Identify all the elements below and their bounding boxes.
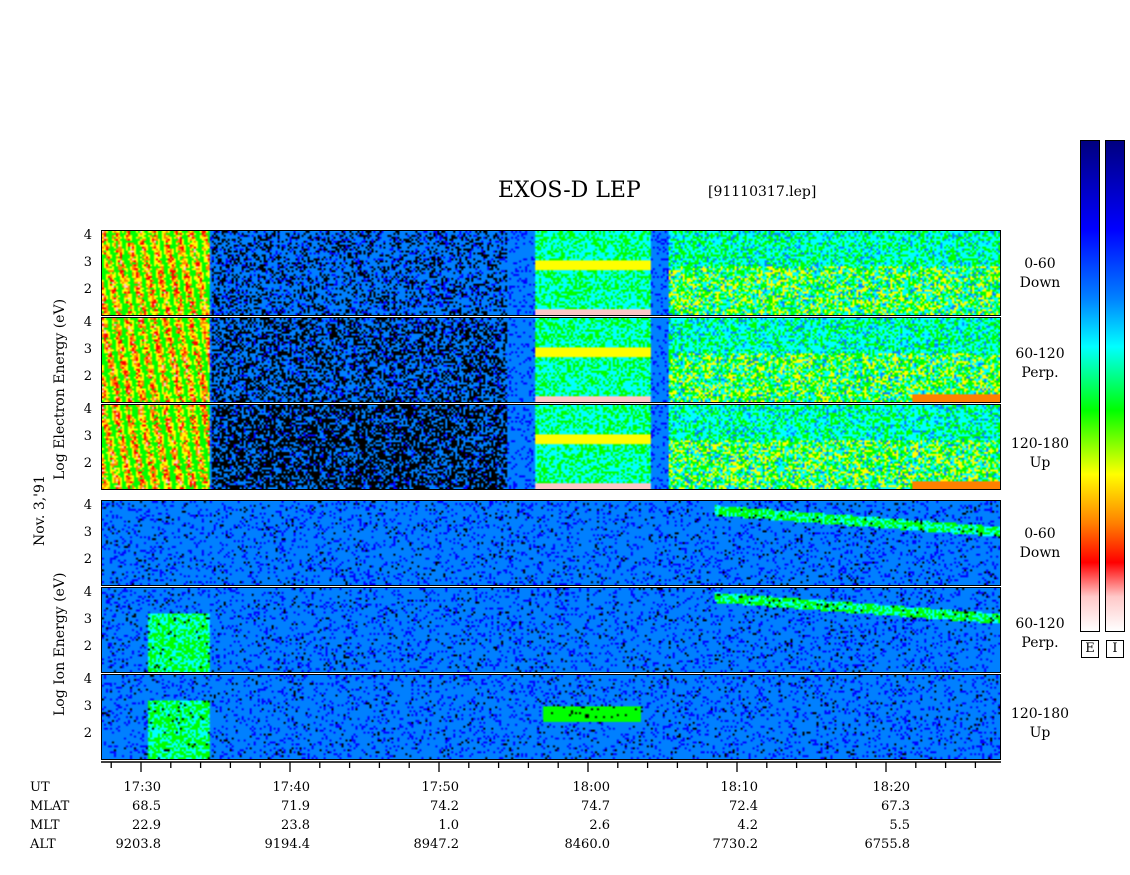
panel-ion-perp xyxy=(101,587,1001,673)
cell-ut: 18:00 xyxy=(572,780,610,795)
y-tick-label: 3 xyxy=(83,342,92,357)
cell-ut: 18:20 xyxy=(872,780,910,795)
y-tick-label: 4 xyxy=(83,672,92,687)
panel-electron-up xyxy=(101,404,1001,490)
file-name: [91110317.lep] xyxy=(708,184,817,200)
row-label-mlat: MLAT xyxy=(30,799,70,814)
spectrogram-ion-down xyxy=(102,501,1000,585)
panel-label-ion-up: 120-180 Up xyxy=(1010,706,1070,741)
cell-mlt: 5.5 xyxy=(889,818,910,833)
cell-mlt: 2.6 xyxy=(589,818,610,833)
cell-mlt: 22.9 xyxy=(132,818,161,833)
spectrogram-electron-down xyxy=(102,231,1000,315)
y-tick-label: 3 xyxy=(83,699,92,714)
cell-mlat: 67.3 xyxy=(881,799,910,814)
cell-alt: 8947.2 xyxy=(413,837,460,852)
y-tick-label: 4 xyxy=(83,315,92,330)
cell-mlat: 74.7 xyxy=(581,799,610,814)
cell-ut: 17:30 xyxy=(123,780,161,795)
panel-electron-perp xyxy=(101,317,1001,403)
cell-alt: 7730.2 xyxy=(712,837,759,852)
cell-mlt: 4.2 xyxy=(737,818,758,833)
colorbar-ion xyxy=(1105,140,1125,632)
date-label: Nov. 3,'91 xyxy=(32,475,48,546)
cell-ut: 17:40 xyxy=(272,780,310,795)
cell-mlat: 72.4 xyxy=(729,799,758,814)
y-tick-label: 3 xyxy=(83,525,92,540)
y-tick-label: 4 xyxy=(83,585,92,600)
y-tick-label: 3 xyxy=(83,255,92,270)
y-tick-label: 2 xyxy=(83,282,92,297)
cell-alt: 8460.0 xyxy=(564,837,611,852)
y-tick-label: 3 xyxy=(83,429,92,444)
y-tick-label: 2 xyxy=(83,639,92,654)
cell-alt: 9194.4 xyxy=(264,837,311,852)
colorbar-electron xyxy=(1080,140,1100,632)
y-tick-label: 4 xyxy=(83,402,92,417)
chart-title: EXOS-D LEP xyxy=(498,178,641,203)
y-tick-label: 3 xyxy=(83,612,92,627)
y-tick-label: 4 xyxy=(83,498,92,513)
cell-ut: 18:10 xyxy=(720,780,758,795)
row-label-alt: ALT xyxy=(30,837,56,852)
spectrogram-electron-perp xyxy=(102,318,1000,402)
cell-alt: 9203.8 xyxy=(115,837,162,852)
cell-mlt: 1.0 xyxy=(438,818,459,833)
y-tick-label: 2 xyxy=(83,552,92,567)
cell-mlt: 23.8 xyxy=(281,818,310,833)
ion-energy-axis-label: Log Ion Energy (eV) xyxy=(52,572,68,716)
panel-label-ion-down: 0-60 Down xyxy=(1019,526,1061,561)
y-tick-label: 4 xyxy=(83,228,92,243)
colorbar-ion-label: I xyxy=(1106,640,1124,658)
colorbar-electron-label: E xyxy=(1081,640,1099,658)
cell-mlat: 74.2 xyxy=(430,799,459,814)
panel-label-electron-down: 0-60 Down xyxy=(1019,256,1061,291)
panel-label-electron-perp: 60-120 Perp. xyxy=(1015,346,1065,381)
panel-electron-down xyxy=(101,230,1001,316)
cell-mlat: 71.9 xyxy=(281,799,310,814)
row-label-mlt: MLT xyxy=(30,818,60,833)
cell-alt: 6755.8 xyxy=(864,837,911,852)
y-tick-label: 2 xyxy=(83,456,92,471)
spectrogram-ion-perp xyxy=(102,588,1000,672)
row-label-ut: UT xyxy=(30,780,50,795)
electron-energy-axis-label: Log Electron Energy (eV) xyxy=(52,298,68,480)
panel-ion-down xyxy=(101,500,1001,586)
y-tick-label: 2 xyxy=(83,369,92,384)
panel-label-ion-perp: 60-120 Perp. xyxy=(1015,616,1065,651)
spectrogram-electron-up xyxy=(102,405,1000,489)
panel-ion-up xyxy=(101,674,1001,760)
y-tick-label: 2 xyxy=(83,726,92,741)
spectrogram-ion-up xyxy=(102,675,1000,759)
cell-mlat: 68.5 xyxy=(132,799,161,814)
cell-ut: 17:50 xyxy=(421,780,459,795)
time-axis xyxy=(101,761,1001,772)
panel-label-electron-up: 120-180 Up xyxy=(1010,436,1070,471)
